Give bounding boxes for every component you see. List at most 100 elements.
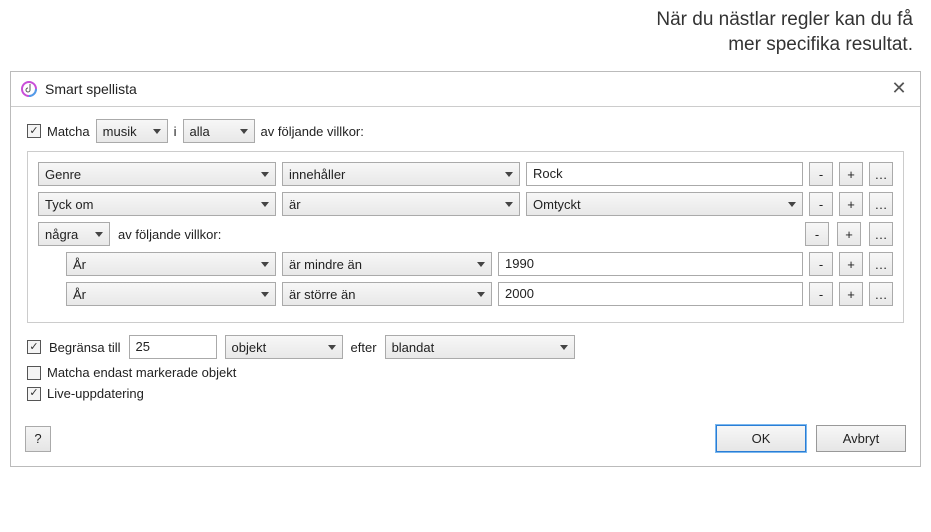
limit-value-input[interactable]: 25 (129, 335, 217, 359)
chevron-down-icon (477, 292, 485, 297)
limit-row: Begränsa till 25 objekt efter blandat (27, 335, 904, 359)
match-quantifier-select[interactable]: alla (183, 119, 255, 143)
match-row: Matcha musik i alla av följande villkor: (27, 119, 904, 143)
limit-unit-value: objekt (232, 340, 267, 355)
nested-quantifier-value: några (45, 227, 78, 242)
chevron-down-icon (261, 172, 269, 177)
rule-field-value: Tyck om (45, 197, 93, 212)
limit-after-value: blandat (392, 340, 435, 355)
rule-add-button[interactable]: + (837, 222, 861, 246)
chevron-down-icon (153, 129, 161, 134)
match-checkbox[interactable] (27, 124, 41, 138)
rule-field-select[interactable]: Tyck om (38, 192, 276, 216)
rule-op-value: är mindre än (289, 257, 362, 272)
rule-remove-button[interactable]: - (809, 162, 833, 186)
annotation-line2: mer specifika resultat. (728, 34, 913, 55)
chevron-down-icon (505, 172, 513, 177)
match-media-select[interactable]: musik (96, 119, 168, 143)
limit-label: Begränsa till (49, 340, 121, 355)
annotation-text: När du nästlar regler kan du få mer spec… (0, 0, 931, 57)
rule-add-button[interactable]: + (839, 192, 863, 216)
rule-field-value: Genre (45, 167, 81, 182)
rule-remove-button[interactable]: - (809, 252, 833, 276)
nested-rule-row: År är större än 2000 - + … (66, 282, 893, 306)
rule-add-button[interactable]: + (839, 252, 863, 276)
chevron-down-icon (261, 202, 269, 207)
limit-unit-select[interactable]: objekt (225, 335, 343, 359)
dialog-body: Matcha musik i alla av följande villkor:… (11, 107, 920, 419)
rule-value-input[interactable]: 2000 (498, 282, 803, 306)
titlebar: Smart spellista ✕ (11, 72, 920, 107)
limit-value-text: 25 (136, 339, 150, 354)
rule-add-button[interactable]: + (839, 162, 863, 186)
limit-after-select[interactable]: blandat (385, 335, 575, 359)
cancel-button[interactable]: Avbryt (816, 425, 906, 452)
rule-remove-button[interactable]: - (805, 222, 829, 246)
live-update-row: Live-uppdatering (27, 386, 904, 401)
rule-field-value: År (73, 287, 86, 302)
chevron-down-icon (477, 262, 485, 267)
dialog-window: Smart spellista ✕ Matcha musik i alla av… (10, 71, 921, 467)
rule-op-select[interactable]: är mindre än (282, 252, 492, 276)
chevron-down-icon (328, 345, 336, 350)
rule-field-select[interactable]: Genre (38, 162, 276, 186)
rule-value-text: 1990 (505, 256, 534, 271)
match-quantifier-value: alla (190, 124, 210, 139)
rule-value-text: 2000 (505, 286, 534, 301)
rule-op-value: är (289, 197, 301, 212)
rule-add-button[interactable]: + (839, 282, 863, 306)
checked-only-label: Matcha endast markerade objekt (47, 365, 236, 380)
rule-value-text: Rock (533, 166, 563, 181)
rule-row: Genre innehåller Rock - + … (38, 162, 893, 186)
match-label: Matcha (47, 124, 90, 139)
chevron-down-icon (788, 202, 796, 207)
chevron-down-icon (560, 345, 568, 350)
rule-op-select[interactable]: är större än (282, 282, 492, 306)
match-media-value: musik (103, 124, 137, 139)
rule-field-value: År (73, 257, 86, 272)
rule-op-select[interactable]: är (282, 192, 520, 216)
live-update-label: Live-uppdatering (47, 386, 144, 401)
help-button[interactable]: ? (25, 426, 51, 452)
limit-checkbox[interactable] (27, 340, 41, 354)
rule-more-button[interactable]: … (869, 192, 893, 216)
rule-row: Tyck om är Omtyckt - + … (38, 192, 893, 216)
rule-value-select[interactable]: Omtyckt (526, 192, 803, 216)
help-icon: ? (34, 431, 41, 446)
rules-container: Genre innehåller Rock - + … Tyck om (27, 151, 904, 323)
nested-rule-row: År är mindre än 1990 - + … (66, 252, 893, 276)
rule-field-select[interactable]: År (66, 252, 276, 276)
dialog-title: Smart spellista (45, 81, 888, 97)
dialog-footer: ? OK Avbryt (11, 419, 920, 466)
chevron-down-icon (95, 232, 103, 237)
nested-suffix: av följande villkor: (118, 227, 797, 242)
ok-label: OK (752, 431, 771, 446)
match-suffix: av följande villkor: (261, 124, 364, 139)
close-button[interactable]: ✕ (888, 78, 910, 100)
rule-value-input[interactable]: Rock (526, 162, 803, 186)
chevron-down-icon (261, 262, 269, 267)
rule-more-button[interactable]: … (869, 222, 893, 246)
checked-only-checkbox[interactable] (27, 366, 41, 380)
rule-field-select[interactable]: År (66, 282, 276, 306)
rule-value-input[interactable]: 1990 (498, 252, 803, 276)
rule-op-select[interactable]: innehåller (282, 162, 520, 186)
annotation-line1: När du nästlar regler kan du få (656, 9, 913, 30)
chevron-down-icon (240, 129, 248, 134)
rule-value-text: Omtyckt (533, 197, 581, 212)
rule-remove-button[interactable]: - (809, 192, 833, 216)
rule-op-value: är större än (289, 287, 355, 302)
chevron-down-icon (505, 202, 513, 207)
ok-button[interactable]: OK (716, 425, 806, 452)
rule-more-button[interactable]: … (869, 162, 893, 186)
checked-only-row: Matcha endast markerade objekt (27, 365, 904, 380)
live-update-checkbox[interactable] (27, 387, 41, 401)
nested-quantifier-select[interactable]: några (38, 222, 110, 246)
rule-remove-button[interactable]: - (809, 282, 833, 306)
limit-after-label: efter (351, 340, 377, 355)
app-icon (21, 81, 37, 97)
rule-more-button[interactable]: … (869, 252, 893, 276)
rule-more-button[interactable]: … (869, 282, 893, 306)
cancel-label: Avbryt (843, 431, 880, 446)
nested-group-header: några av följande villkor: - + … (38, 222, 893, 246)
